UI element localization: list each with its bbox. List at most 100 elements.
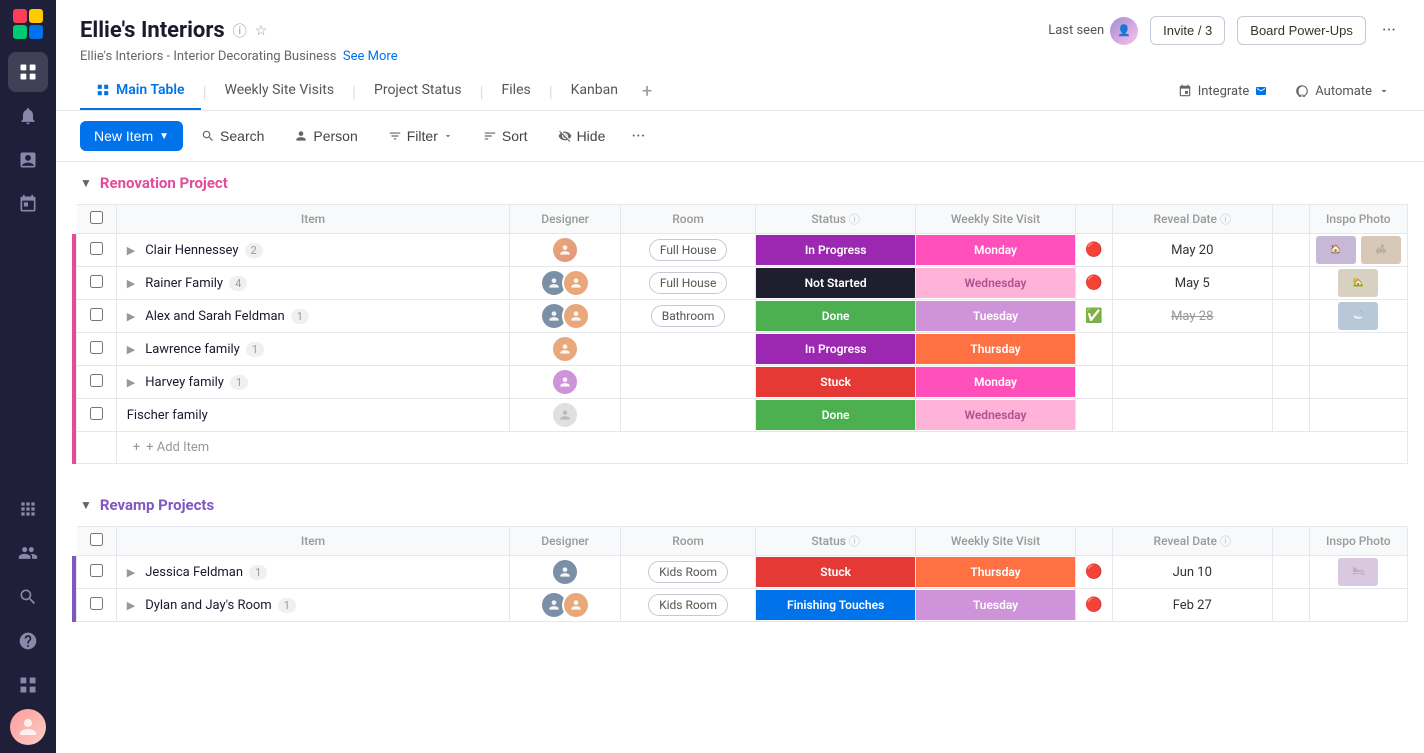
photo-thumbnail: 🛁 bbox=[1338, 302, 1378, 330]
visit-badge: Monday bbox=[916, 235, 1075, 265]
sidebar-item-help[interactable] bbox=[8, 621, 48, 661]
col-header-item-revamp: Item bbox=[116, 527, 510, 556]
group-table-revamp: Item Designer Room Status ⓘ Weekly Site … bbox=[56, 526, 1424, 622]
col-header-visit-renovation: Weekly Site Visit bbox=[916, 205, 1076, 234]
sidebar-item-inbox[interactable] bbox=[8, 140, 48, 180]
info-icon[interactable]: ⓘ bbox=[233, 21, 247, 41]
col-header-visit-revamp: Weekly Site Visit bbox=[916, 527, 1076, 556]
new-item-button[interactable]: New Item ▼ bbox=[80, 121, 183, 151]
item-name: Clair Hennessey bbox=[145, 243, 238, 258]
row-expand-btn[interactable]: ▶ bbox=[127, 244, 135, 257]
col-header-reveal-info-renovation bbox=[1272, 205, 1309, 234]
row-checkbox[interactable] bbox=[90, 242, 103, 255]
reveal-date: Jun 10 bbox=[1112, 556, 1272, 589]
status-badge: In Progress bbox=[756, 235, 915, 265]
col-header-photo-renovation: Inspo Photo bbox=[1309, 205, 1407, 234]
row-checkbox[interactable] bbox=[90, 564, 103, 577]
item-name: Lawrence family bbox=[145, 342, 240, 357]
sidebar-item-grid[interactable] bbox=[8, 665, 48, 705]
row-expand-btn[interactable]: ▶ bbox=[127, 376, 135, 389]
main-area: Ellie's Interiors ⓘ ☆ Last seen 👤 Invite… bbox=[56, 0, 1424, 753]
row-checkbox[interactable] bbox=[90, 308, 103, 321]
automate-button[interactable]: Automate bbox=[1285, 78, 1400, 105]
add-item-button[interactable]: + + Add Item bbox=[117, 432, 1407, 463]
app-logo[interactable] bbox=[12, 8, 44, 40]
sidebar-item-people[interactable] bbox=[8, 533, 48, 573]
room-badge: Kids Room bbox=[648, 561, 728, 583]
row-checkbox[interactable] bbox=[90, 407, 103, 420]
visit-badge: Tuesday bbox=[916, 301, 1075, 331]
col-header-reveal-info-revamp bbox=[1272, 527, 1309, 556]
col-header-room-renovation: Room bbox=[620, 205, 755, 234]
col-header-status-renovation: Status ⓘ bbox=[756, 205, 916, 234]
search-button[interactable]: Search bbox=[189, 121, 276, 151]
hide-button[interactable]: Hide bbox=[546, 121, 618, 151]
last-seen-avatar: 👤 bbox=[1110, 17, 1138, 45]
toolbar-more-button[interactable]: ··· bbox=[623, 122, 653, 151]
add-icon: + bbox=[133, 440, 140, 455]
row-checkbox[interactable] bbox=[90, 341, 103, 354]
photo-thumbnail: 🏠 bbox=[1316, 236, 1356, 264]
person-button[interactable]: Person bbox=[282, 121, 369, 151]
sidebar-item-notifications[interactable] bbox=[8, 96, 48, 136]
group-header-renovation[interactable]: ▼ Renovation Project bbox=[56, 162, 1424, 204]
status-badge: Done bbox=[756, 301, 915, 331]
group-header-revamp[interactable]: ▼ Revamp Projects bbox=[56, 484, 1424, 526]
designer-avatar-placeholder bbox=[551, 401, 579, 429]
tab-files[interactable]: Files bbox=[486, 72, 547, 110]
row-expand-btn[interactable]: ▶ bbox=[127, 599, 135, 612]
col-header-designer-renovation: Designer bbox=[510, 205, 621, 234]
sort-button[interactable]: Sort bbox=[471, 121, 540, 151]
tab-weekly-site-visits[interactable]: Weekly Site Visits bbox=[208, 72, 350, 110]
add-tab-button[interactable]: + bbox=[634, 73, 660, 110]
filter-button[interactable]: Filter bbox=[376, 121, 465, 151]
alert-icon: 🔴 bbox=[1085, 275, 1102, 291]
reveal-date: Feb 27 bbox=[1112, 589, 1272, 622]
new-item-dropdown-arrow[interactable]: ▼ bbox=[159, 131, 169, 142]
designer-avatar bbox=[562, 302, 590, 330]
integrate-button[interactable]: Integrate bbox=[1168, 78, 1278, 105]
group-chevron-renovation[interactable]: ▼ bbox=[80, 176, 92, 190]
col-header-room-revamp: Room bbox=[620, 527, 755, 556]
row-checkbox[interactable] bbox=[90, 374, 103, 387]
tab-kanban[interactable]: Kanban bbox=[555, 72, 634, 110]
designer-avatar bbox=[562, 269, 590, 297]
item-count: 1 bbox=[291, 309, 309, 324]
page-title: Ellie's Interiors bbox=[80, 18, 225, 43]
photo-thumbnail: 🏡 bbox=[1338, 269, 1378, 297]
sidebar-item-search[interactable] bbox=[8, 577, 48, 617]
col-header-photo-revamp: Inspo Photo bbox=[1309, 527, 1407, 556]
status-badge: Finishing Touches bbox=[756, 590, 915, 620]
item-name: Alex and Sarah Feldman bbox=[145, 309, 285, 324]
item-count: 1 bbox=[230, 375, 248, 390]
row-expand-btn[interactable]: ▶ bbox=[127, 343, 135, 356]
more-options-button[interactable]: ··· bbox=[1378, 16, 1400, 45]
col-header-visit-info-revamp bbox=[1075, 527, 1112, 556]
sidebar-item-boards[interactable] bbox=[8, 52, 48, 92]
room-badge: Kids Room bbox=[648, 594, 728, 616]
select-all-checkbox-revamp[interactable] bbox=[90, 533, 103, 546]
select-all-checkbox-renovation[interactable] bbox=[90, 211, 103, 224]
row-checkbox[interactable] bbox=[90, 275, 103, 288]
user-avatar[interactable] bbox=[10, 709, 46, 745]
row-checkbox[interactable] bbox=[90, 597, 103, 610]
sidebar-item-calendar[interactable] bbox=[8, 184, 48, 224]
invite-button[interactable]: Invite / 3 bbox=[1150, 16, 1225, 45]
sidebar bbox=[0, 0, 56, 753]
row-expand-btn[interactable]: ▶ bbox=[127, 566, 135, 579]
designer-avatar bbox=[551, 368, 579, 396]
row-expand-btn[interactable]: ▶ bbox=[127, 310, 135, 323]
tab-main-table[interactable]: Main Table bbox=[80, 72, 201, 110]
visit-badge: Wednesday bbox=[916, 268, 1075, 298]
item-name: Rainer Family bbox=[145, 276, 223, 291]
sidebar-item-apps[interactable] bbox=[8, 489, 48, 529]
page-header: Ellie's Interiors ⓘ ☆ Last seen 👤 Invite… bbox=[56, 0, 1424, 111]
row-expand-btn[interactable]: ▶ bbox=[127, 277, 135, 290]
group-chevron-revamp[interactable]: ▼ bbox=[80, 498, 92, 512]
group-title-revamp: Revamp Projects bbox=[100, 496, 214, 514]
see-more-link[interactable]: See More bbox=[343, 49, 398, 64]
board-powerups-button[interactable]: Board Power-Ups bbox=[1237, 16, 1366, 45]
designer-avatar bbox=[551, 236, 579, 264]
star-icon[interactable]: ☆ bbox=[255, 23, 268, 39]
tab-project-status[interactable]: Project Status bbox=[358, 72, 478, 110]
